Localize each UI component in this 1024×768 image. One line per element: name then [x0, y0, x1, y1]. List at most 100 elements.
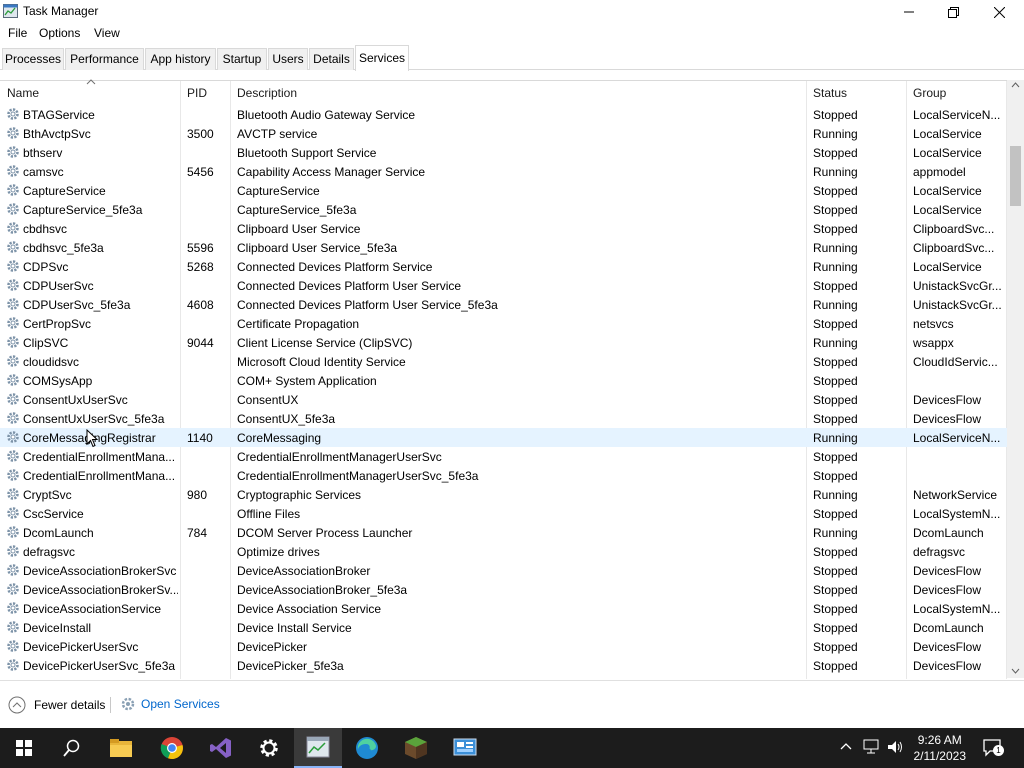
settings-icon	[260, 739, 278, 757]
cell-status: Running	[813, 127, 858, 141]
tab-performance[interactable]: Performance	[65, 48, 144, 70]
table-row[interactable]: bthserv Bluetooth Support Service Stopped L…	[0, 143, 1008, 162]
table-row[interactable]: CredentialEnrollmentMana... CredentialEnr…	[0, 447, 1008, 466]
table-row[interactable]: DcomLaunch 784 DCOM Server Process Launche…	[0, 523, 1008, 542]
vertical-scrollbar[interactable]	[1007, 80, 1024, 678]
table-row[interactable]: camsvc 5456 Capability Access Manager Serv…	[0, 162, 1008, 181]
table-row[interactable]: CredentialEnrollmentMana... CredentialEnr…	[0, 466, 1008, 485]
cell-description: DeviceAssociationBroker	[237, 564, 371, 578]
cell-group: DevicesFlow	[913, 659, 982, 673]
table-row[interactable]: cbdhsvc_5fe3a 5596 Clipboard User Service_…	[0, 238, 1008, 257]
taskbar-chrome[interactable]	[148, 728, 196, 768]
chevron-up-icon[interactable]	[840, 742, 852, 750]
scroll-up-icon[interactable]	[1011, 82, 1020, 88]
cell-status: Stopped	[813, 108, 858, 122]
cell-status: Running	[813, 241, 858, 255]
column-header-pid[interactable]: PID	[181, 81, 231, 105]
menu-file[interactable]: File	[8, 26, 27, 40]
cell-description: DevicePicker	[237, 640, 308, 654]
cell-status: Stopped	[813, 393, 858, 407]
taskbar-task-manager[interactable]	[294, 728, 342, 768]
table-row[interactable]: CoreMessagingRegistrar 1140 CoreMessaging R…	[0, 428, 1008, 447]
menu-options[interactable]: Options	[39, 26, 80, 40]
cell-status: Stopped	[813, 184, 858, 198]
footer: Fewer details Open Services	[0, 680, 1024, 728]
tab-services[interactable]: Services	[355, 45, 409, 71]
table-row[interactable]: DevicePickerUserSvc DevicePicker Stopped De…	[0, 637, 1008, 656]
table-row[interactable]: CryptSvc 980 Cryptographic Services Running…	[0, 485, 1008, 504]
table-row[interactable]: CaptureService_5fe3a CaptureService_5fe3a…	[0, 200, 1008, 219]
volume-icon[interactable]	[887, 739, 903, 755]
table-row[interactable]: CDPUserSvc_5fe3a 4608 Connected Devices Pl…	[0, 295, 1008, 314]
taskbar-edge[interactable]	[343, 728, 391, 768]
table-row[interactable]: CDPUserSvc Connected Devices Platform Use…	[0, 276, 1008, 295]
table-row[interactable]: cloudidsvc Microsoft Cloud Identity Servi…	[0, 352, 1008, 371]
cell-status: Running	[813, 488, 858, 502]
tab-details[interactable]: Details	[309, 48, 354, 70]
table-row[interactable]: ConsentUxUserSvc ConsentUX Stopped DevicesF…	[0, 390, 1008, 409]
tab-users[interactable]: Users	[268, 48, 308, 70]
service-gear-icon	[7, 412, 19, 424]
service-gear-icon	[7, 374, 19, 386]
taskbar-control-panel[interactable]	[441, 728, 489, 768]
open-services-link[interactable]: Open Services	[120, 696, 220, 712]
fewer-details-button[interactable]: Fewer details	[8, 696, 105, 714]
tab-startup[interactable]: Startup	[217, 48, 267, 70]
table-row[interactable]: ConsentUxUserSvc_5fe3a ConsentUX_5fe3a Sto…	[0, 409, 1008, 428]
cell-description: Client License Service (ClipSVC)	[237, 336, 413, 350]
minimize-button[interactable]	[886, 0, 932, 24]
cell-name: cloudidsvc	[23, 355, 80, 369]
table-row[interactable]: defragsvc Optimize drives Stopped defragsvc	[0, 542, 1008, 561]
taskbar-minecraft[interactable]	[392, 728, 440, 768]
table-row[interactable]: CertPropSvc Certificate Propagation Stoppe…	[0, 314, 1008, 333]
column-header-name[interactable]: Name	[1, 81, 181, 105]
table-row[interactable]: DevicePickerUserSvc_5fe3a DevicePicker_5f…	[0, 656, 1008, 675]
footer-divider	[110, 697, 111, 713]
edge-icon	[356, 737, 378, 759]
cell-name: CDPSvc	[23, 260, 69, 274]
cell-name: ConsentUxUserSvc	[23, 393, 128, 407]
column-header-group[interactable]: Group	[907, 81, 1007, 105]
windows-logo-icon	[16, 740, 32, 756]
taskbar-visual-studio[interactable]	[197, 728, 245, 768]
cell-description: Connected Devices Platform Service	[237, 260, 433, 274]
table-row[interactable]: CaptureService CaptureService Stopped Local…	[0, 181, 1008, 200]
cell-name: DevicePickerUserSvc	[23, 640, 139, 654]
cell-pid: 980	[187, 488, 208, 502]
tab-app-history[interactable]: App history	[145, 48, 216, 70]
menu-view[interactable]: View	[94, 26, 120, 40]
table-row[interactable]: cbdhsvc Clipboard User Service Stopped Clip…	[0, 219, 1008, 238]
scroll-down-icon[interactable]	[1011, 668, 1020, 674]
close-button[interactable]	[976, 0, 1022, 24]
start-button[interactable]	[0, 728, 48, 768]
column-header-description[interactable]: Description	[231, 81, 806, 105]
taskbar-settings[interactable]	[245, 728, 293, 768]
cell-pid: 5456	[187, 165, 214, 179]
table-row[interactable]: COMSysApp COM+ System Application Stopped	[0, 371, 1008, 390]
search-button[interactable]	[48, 728, 96, 768]
service-gear-icon	[7, 298, 19, 310]
cell-status: Stopped	[813, 507, 858, 521]
table-row[interactable]: BthAvctpSvc 3500 AVCTP service Running Local…	[0, 124, 1008, 143]
cell-description: Connected Devices Platform User Service	[237, 279, 462, 293]
table-row[interactable]: CDPSvc 5268 Connected Devices Platform Ser…	[0, 257, 1008, 276]
table-row[interactable]: DeviceAssociationBrokerSvc DeviceAssociat…	[0, 561, 1008, 580]
table-row[interactable]: BTAGService Bluetooth Audio Gateway Servi…	[0, 105, 1008, 124]
restore-button[interactable]	[930, 0, 976, 24]
cell-description: Device Install Service	[237, 621, 352, 635]
table-row[interactable]: DeviceAssociationBrokerSv... DeviceAssoci…	[0, 580, 1008, 599]
table-row[interactable]: DeviceAssociationService Device Associati…	[0, 599, 1008, 618]
clock-date: 2/11/2023	[913, 749, 967, 763]
column-header-status[interactable]: Status	[807, 81, 907, 105]
table-row[interactable]: CscService Offline Files Stopped LocalSyste…	[0, 504, 1008, 523]
notification-center-button[interactable]: 1	[982, 737, 1004, 759]
table-row[interactable]: DeviceInstall Device Install Service Stopp…	[0, 618, 1008, 637]
cell-group: DcomLaunch	[913, 526, 984, 540]
network-icon[interactable]	[863, 739, 881, 755]
services-gear-icon	[121, 697, 135, 711]
system-clock[interactable]: 9:26 AM 2/11/2023	[914, 732, 967, 764]
tab-processes[interactable]: Processes	[2, 48, 64, 70]
scrollbar-thumb[interactable]	[1010, 146, 1021, 206]
table-row[interactable]: ClipSVC 9044 Client License Service (ClipS…	[0, 333, 1008, 352]
taskbar-file-explorer[interactable]	[97, 728, 145, 768]
